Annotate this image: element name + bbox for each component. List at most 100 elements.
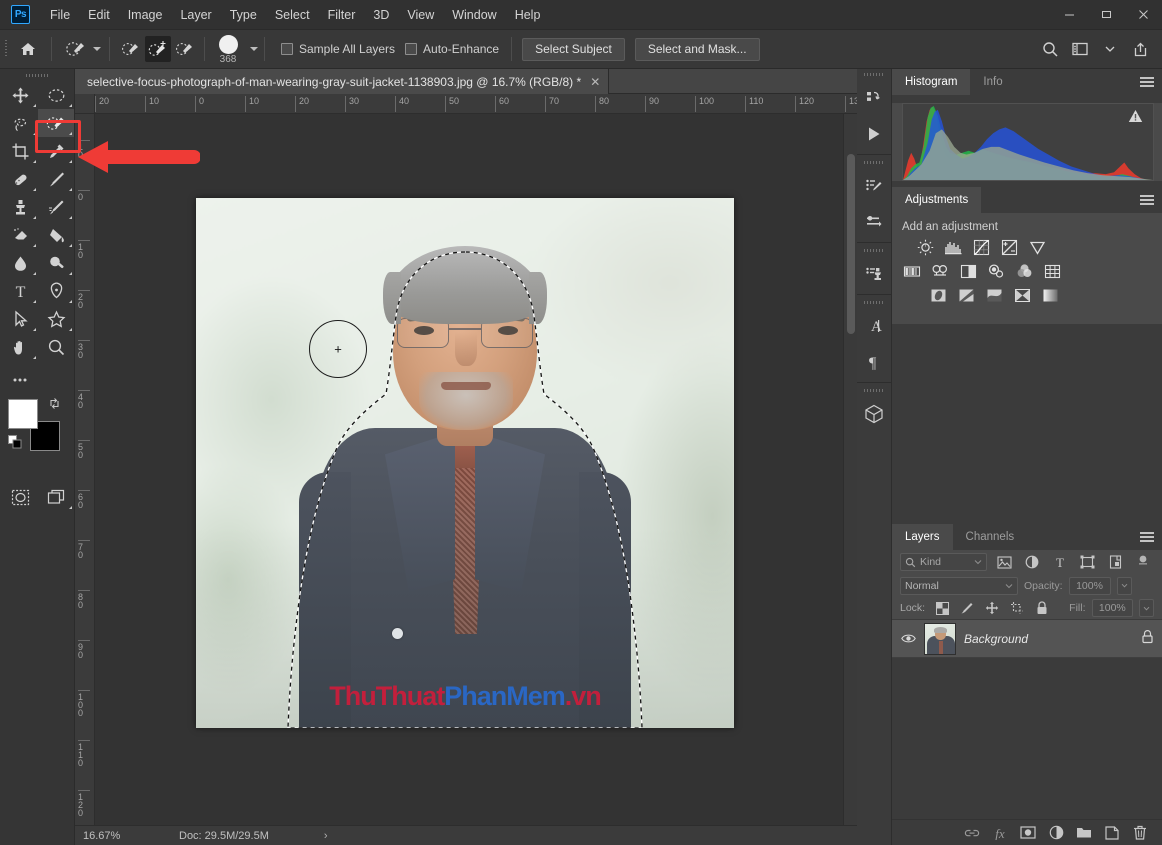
color-balance-icon[interactable] (930, 262, 950, 280)
tool-submenu-triangle[interactable] (33, 188, 36, 191)
clone-stamp-tool[interactable] (2, 193, 38, 221)
crop-tool[interactable] (2, 137, 38, 165)
tool-submenu-triangle[interactable] (33, 160, 36, 163)
panel-menu-icon[interactable] (1140, 195, 1154, 208)
options-bar-grip[interactable] (0, 30, 11, 69)
add-layer-mask-icon[interactable] (1020, 825, 1036, 841)
levels-icon[interactable] (943, 238, 963, 256)
fill-stepper[interactable] (1139, 599, 1154, 617)
tool-submenu-triangle[interactable] (33, 328, 36, 331)
dock-grip[interactable] (857, 385, 891, 396)
sample-all-layers-checkbox[interactable]: Sample All Layers (281, 42, 395, 56)
lock-all-icon[interactable] (1032, 599, 1051, 617)
threshold-icon[interactable] (984, 286, 1004, 304)
pen-tool[interactable] (38, 277, 74, 305)
checkbox-box[interactable] (281, 43, 293, 55)
tool-submenu-triangle[interactable] (69, 132, 72, 135)
curves-icon[interactable] (971, 238, 991, 256)
3d-panel-icon[interactable] (857, 396, 891, 432)
menu-view[interactable]: View (398, 4, 443, 26)
menu-layer[interactable]: Layer (171, 4, 220, 26)
tool-submenu-triangle[interactable] (69, 244, 72, 247)
eye-icon[interactable] (900, 633, 916, 644)
subtract-from-selection-button[interactable] (172, 36, 198, 62)
chevron-down-icon[interactable] (93, 47, 101, 51)
maximize-button[interactable] (1088, 0, 1125, 30)
hue-saturation-icon[interactable] (902, 262, 922, 280)
brightness-contrast-icon[interactable] (915, 238, 935, 256)
layer-row-background[interactable]: Background (892, 620, 1162, 658)
gradient-map-icon[interactable] (1040, 286, 1060, 304)
actions-panel-icon[interactable] (857, 116, 891, 152)
link-layers-icon[interactable] (964, 825, 980, 841)
chevron-down-icon[interactable] (1096, 35, 1124, 63)
color-lookup-icon[interactable] (1042, 262, 1062, 280)
dock-grip[interactable] (857, 157, 891, 168)
swap-colors-icon[interactable] (48, 397, 61, 413)
menu-file[interactable]: File (41, 4, 79, 26)
selective-color-icon[interactable] (1012, 286, 1032, 304)
screen-mode-icon[interactable] (38, 483, 74, 511)
layer-thumbnail[interactable] (924, 622, 956, 655)
filter-pixel-icon[interactable] (993, 552, 1015, 572)
brush-settings-panel-icon[interactable] (857, 168, 891, 204)
vibrance-icon[interactable] (1027, 238, 1047, 256)
quick-mask-icon[interactable] (2, 483, 38, 511)
zoom-level[interactable]: 16.67% (75, 830, 137, 842)
tool-submenu-triangle[interactable] (33, 216, 36, 219)
eyedropper-tool[interactable] (38, 137, 74, 165)
edit-toolbar-button[interactable] (2, 367, 38, 393)
canvas-viewport[interactable]: ThuThuatPhanMem.vn + (95, 114, 857, 845)
new-layer-icon[interactable] (1104, 825, 1120, 841)
filter-adjustment-icon[interactable] (1021, 552, 1043, 572)
custom-shape-tool[interactable] (38, 305, 74, 333)
checkbox-box[interactable] (405, 43, 418, 55)
close-button[interactable] (1125, 0, 1162, 30)
lock-position-icon[interactable] (983, 599, 1002, 617)
eraser-tool[interactable] (2, 221, 38, 249)
gradient-tool[interactable] (38, 221, 74, 249)
black-white-icon[interactable] (958, 262, 978, 280)
tool-submenu-triangle[interactable] (69, 216, 72, 219)
rectangular-marquee-tool[interactable] (38, 81, 74, 109)
new-group-icon[interactable] (1076, 825, 1092, 841)
workspace-icon[interactable] (1066, 35, 1094, 63)
scrollbar-thumb[interactable] (847, 154, 855, 334)
dock-grip[interactable] (857, 297, 891, 308)
cached-data-warning-icon[interactable] (1128, 109, 1143, 128)
posterize-icon[interactable] (956, 286, 976, 304)
dock-grip[interactable] (857, 69, 891, 80)
blur-tool[interactable] (2, 249, 38, 277)
tool-submenu-triangle[interactable] (33, 244, 36, 247)
tool-submenu-triangle[interactable] (33, 356, 36, 359)
panel-menu-icon[interactable] (1140, 532, 1154, 545)
exposure-icon[interactable] (999, 238, 1019, 256)
tool-submenu-triangle[interactable] (69, 300, 72, 303)
delete-layer-icon[interactable] (1132, 825, 1148, 841)
tab-info[interactable]: Info (970, 69, 1016, 95)
character-panel-icon[interactable]: A (857, 308, 891, 344)
tab-layers[interactable]: Layers (892, 524, 953, 550)
add-to-selection-button[interactable] (145, 36, 171, 62)
share-icon[interactable] (1126, 35, 1154, 63)
panel-menu-icon[interactable] (1140, 77, 1154, 90)
hand-tool[interactable] (2, 333, 38, 361)
menu-type[interactable]: Type (221, 4, 266, 26)
tab-channels[interactable]: Channels (952, 524, 1028, 550)
tool-submenu-triangle[interactable] (69, 328, 72, 331)
home-icon[interactable] (11, 34, 45, 64)
quick-selection-tool[interactable] (38, 109, 74, 137)
tab-histogram[interactable]: Histogram (892, 69, 971, 95)
filter-kind-select[interactable]: Kind (900, 553, 988, 571)
photo-filter-icon[interactable] (986, 262, 1006, 280)
search-icon[interactable] (1036, 35, 1064, 63)
tab-adjustments[interactable]: Adjustments (892, 187, 982, 213)
brush-tool[interactable] (38, 165, 74, 193)
tool-submenu-triangle[interactable] (69, 506, 72, 509)
menu-help[interactable]: Help (506, 4, 550, 26)
new-adjustment-layer-icon[interactable] (1048, 825, 1064, 841)
select-and-mask-button[interactable]: Select and Mask... (634, 37, 760, 61)
tool-submenu-triangle[interactable] (33, 300, 36, 303)
status-expand-arrow-icon[interactable]: › (324, 830, 328, 842)
foreground-color-swatch[interactable] (8, 399, 38, 429)
